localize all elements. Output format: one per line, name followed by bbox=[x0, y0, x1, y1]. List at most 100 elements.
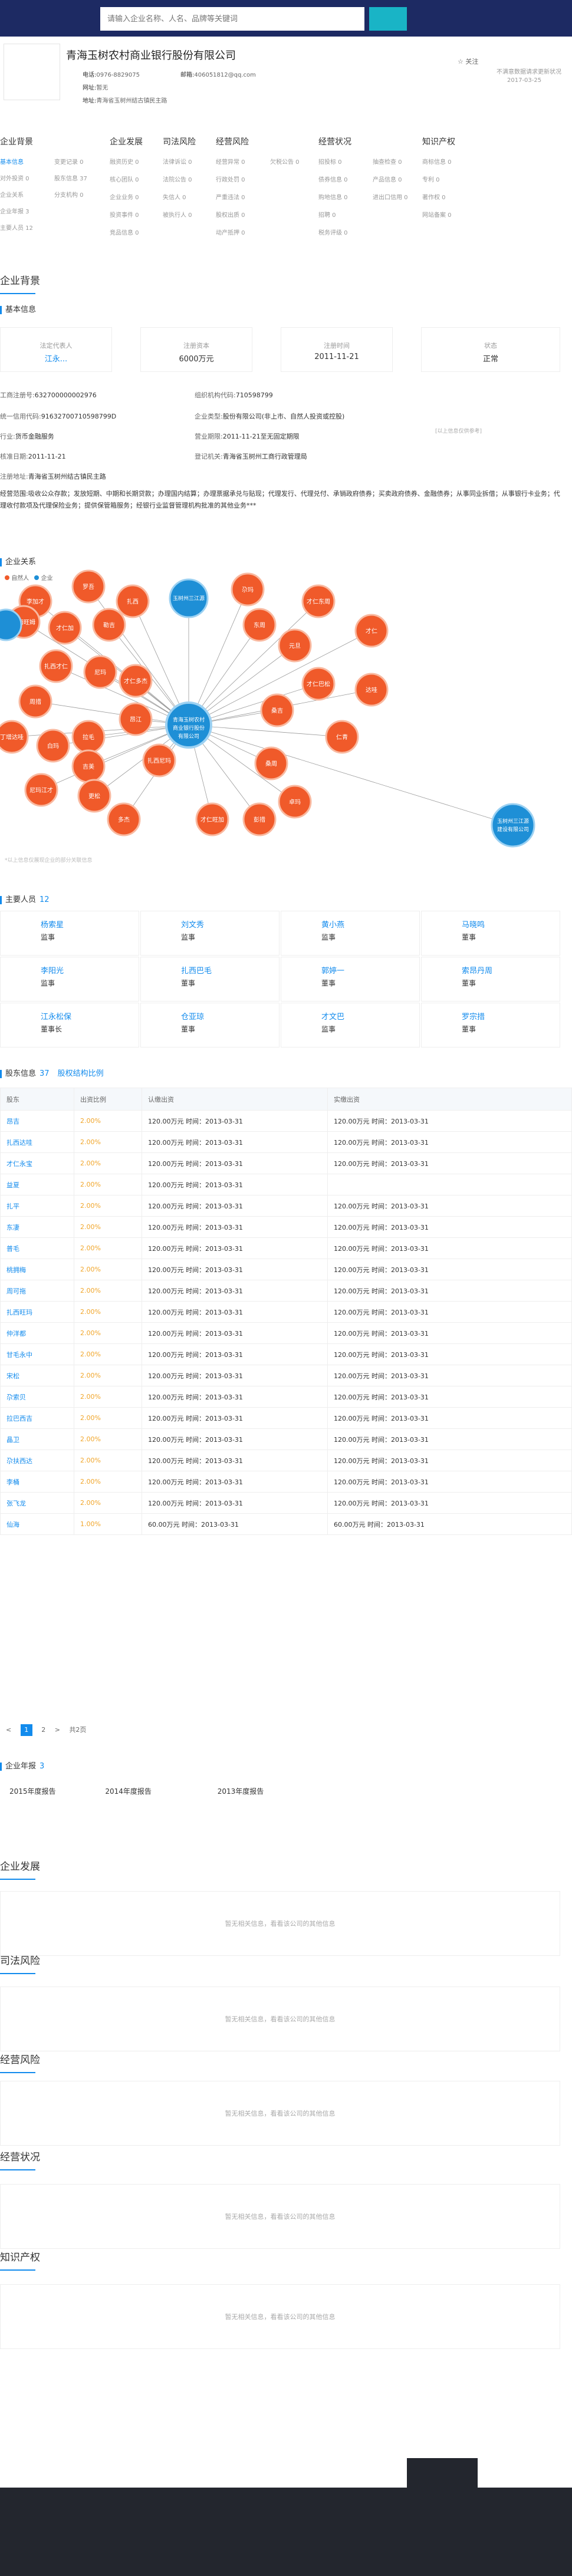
shareholder-name[interactable]: 周可拖 bbox=[0, 1280, 74, 1302]
shareholder-name[interactable]: 普毛 bbox=[0, 1237, 74, 1259]
manager-name[interactable]: 黄小燕 bbox=[321, 918, 419, 930]
nav-item[interactable]: 网站备案 0 bbox=[422, 210, 452, 219]
company-node[interactable] bbox=[0, 608, 22, 641]
shareholder-name[interactable]: 桃拥梅 bbox=[0, 1259, 74, 1280]
shareholder-name[interactable]: 李桶 bbox=[0, 1471, 74, 1493]
report-link[interactable]: 2015年度报告 bbox=[9, 1787, 56, 1796]
nav-item[interactable]: 企业关系 bbox=[0, 190, 24, 199]
pager-prev[interactable]: < bbox=[6, 1726, 11, 1734]
nav-item[interactable]: 招投标 0 bbox=[318, 157, 342, 166]
nav-item[interactable]: 税务评级 0 bbox=[318, 228, 348, 236]
paid-capital: 120.00万元 时间：2013-03-31 bbox=[327, 1365, 572, 1386]
manager-name[interactable]: 郭婷一 bbox=[321, 964, 419, 976]
manager-name[interactable]: 马晓鸣 bbox=[462, 918, 560, 930]
manager-name[interactable]: 江永松保 bbox=[41, 1010, 139, 1022]
shareholder-name[interactable]: 甘毛永中 bbox=[0, 1343, 74, 1365]
report-link[interactable]: 2013年度报告 bbox=[218, 1787, 264, 1796]
shareholder-name[interactable]: 张飞龙 bbox=[0, 1492, 74, 1514]
manager-name[interactable]: 仓亚琼 bbox=[181, 1010, 279, 1022]
top-bar bbox=[0, 0, 572, 37]
nav-item[interactable]: 股权出质 0 bbox=[216, 210, 245, 219]
share-ratio: 2.00% bbox=[74, 1131, 142, 1153]
center-company-node[interactable] bbox=[165, 701, 212, 749]
col-subscribed: 认缴出资 bbox=[142, 1088, 328, 1111]
shareholder-name[interactable]: 尕索贝 bbox=[0, 1386, 74, 1408]
shareholder-name[interactable]: 拉巴西吉 bbox=[0, 1407, 74, 1429]
paid-capital: 120.00万元 时间：2013-03-31 bbox=[327, 1216, 572, 1238]
shareholder-name[interactable]: 昂吉 bbox=[0, 1110, 74, 1132]
nav-item[interactable]: 法律诉讼 0 bbox=[163, 157, 192, 166]
nav-item[interactable]: 经营异常 0 bbox=[216, 157, 245, 166]
shareholder-name[interactable]: 晶卫 bbox=[0, 1428, 74, 1450]
update-info: 不满意数据请求更新状况 2017-03-25 bbox=[497, 68, 567, 85]
relation-graph[interactable]: 李加才罗吾扎西勒吉才仁加索南旺姆扎西才仁尼玛周措丁增达哇白玛拉毛才仁多杰昂江扎西… bbox=[0, 566, 572, 861]
table-row: 扎西达哇 2.00% 120.00万元 时间：2013-03-31 120.00万元 … bbox=[0, 1131, 572, 1153]
nav-item[interactable]: 法院公告 0 bbox=[163, 174, 192, 183]
nav-item[interactable]: 债券信息 0 bbox=[318, 174, 348, 183]
nav-item[interactable]: 行政处罚 0 bbox=[216, 174, 245, 183]
nav-item[interactable]: 核心团队 0 bbox=[110, 174, 139, 183]
share-ratio: 2.00% bbox=[74, 1407, 142, 1429]
nav-item[interactable]: 融资历史 0 bbox=[110, 157, 139, 166]
nav-item[interactable]: 对外投资 0 bbox=[0, 173, 29, 182]
shareholder-name[interactable]: 仙海 bbox=[0, 1513, 74, 1535]
shareholder-name[interactable]: 才仁永宝 bbox=[0, 1152, 74, 1174]
nav-item[interactable]: 投资事件 0 bbox=[110, 210, 139, 219]
update-request-link[interactable]: 不满意数据请求更新状况 bbox=[497, 68, 567, 77]
table-row: 李桶 2.00% 120.00万元 时间：2013-03-31 120.00万元 时间… bbox=[0, 1471, 572, 1493]
nav-item[interactable]: 招聘 0 bbox=[318, 210, 336, 219]
manager-name[interactable]: 李阳光 bbox=[41, 964, 139, 976]
shareholder-name[interactable]: 东凄 bbox=[0, 1216, 74, 1238]
manager-name[interactable]: 罗宗措 bbox=[462, 1010, 560, 1022]
nav-item[interactable]: 变更记录 0 bbox=[54, 157, 84, 166]
nav-item[interactable]: 欠税公告 0 bbox=[270, 157, 300, 166]
nav-item[interactable]: 严重违法 0 bbox=[216, 192, 245, 201]
pager-page-1[interactable]: 1 bbox=[20, 1724, 32, 1736]
paid-capital: 120.00万元 时间：2013-03-31 bbox=[327, 1110, 572, 1132]
nav-item[interactable]: 企业业务 0 bbox=[110, 192, 139, 201]
report-link[interactable]: 2014年度报告 bbox=[105, 1787, 152, 1796]
manager-name[interactable]: 刘文秀 bbox=[181, 918, 279, 930]
nav-item[interactable]: 动产抵押 0 bbox=[216, 228, 245, 236]
shareholder-name[interactable]: 尕扶西达 bbox=[0, 1450, 74, 1471]
shareholder-name[interactable]: 宋松 bbox=[0, 1365, 74, 1386]
search-button[interactable] bbox=[369, 7, 407, 31]
shareholder-name[interactable]: 益夏 bbox=[0, 1174, 74, 1195]
legal-rep-link[interactable]: 江永... bbox=[1, 353, 111, 364]
nav-item[interactable]: 失信人 0 bbox=[163, 192, 186, 201]
follow-button[interactable]: ☆ 关注 bbox=[458, 57, 478, 66]
nav-item[interactable]: 著作权 0 bbox=[422, 192, 446, 201]
follow-label: 关注 bbox=[465, 58, 479, 65]
paid-capital: 120.00万元 时间：2013-03-31 bbox=[327, 1322, 572, 1344]
nav-item[interactable]: 被执行人 0 bbox=[163, 210, 192, 219]
nav-item[interactable]: 抽查检查 0 bbox=[373, 157, 402, 166]
shareholder-name[interactable]: 扎西达哇 bbox=[0, 1131, 74, 1153]
manager-name[interactable]: 索昂丹周 bbox=[462, 964, 560, 976]
manager-name[interactable]: 扎西巴毛 bbox=[181, 964, 279, 976]
search-input[interactable] bbox=[100, 7, 364, 31]
disclaimer-note: [以上信息仅供参考] bbox=[435, 429, 482, 434]
manager-name[interactable]: 杨索星 bbox=[41, 918, 139, 930]
pager-page-2[interactable]: 2 bbox=[41, 1726, 45, 1734]
nav-item[interactable]: 基本信息 bbox=[0, 157, 24, 166]
nav-item[interactable]: 产品信息 0 bbox=[373, 174, 402, 183]
company-node[interactable] bbox=[491, 803, 535, 848]
nav-item[interactable]: 竞品信息 0 bbox=[110, 228, 139, 236]
person-node-label: 白玛 bbox=[47, 742, 59, 750]
equity-structure-link[interactable]: 股权结构比例 bbox=[58, 1069, 104, 1078]
nav-group-0: 企业背景 基本信息 对外投资 0 企业关系 企业年报 3 主要人员 12 变更记录 0 股东信… bbox=[0, 136, 94, 232]
manager-position: 董事 bbox=[462, 933, 476, 941]
manager-name[interactable]: 才文巴 bbox=[321, 1010, 419, 1022]
nav-item[interactable]: 主要人员 12 bbox=[0, 223, 33, 232]
nav-item[interactable]: 商标信息 0 bbox=[422, 157, 452, 166]
nav-item[interactable]: 专利 0 bbox=[422, 174, 440, 183]
nav-item[interactable]: 分支机构 0 bbox=[54, 190, 84, 199]
nav-item[interactable]: 购地信息 0 bbox=[318, 192, 348, 201]
nav-item[interactable]: 进出口信用 0 bbox=[373, 192, 408, 201]
shareholder-name[interactable]: 扎西旺玛 bbox=[0, 1301, 74, 1323]
nav-item[interactable]: 股东信息 37 bbox=[54, 173, 87, 182]
shareholder-name[interactable]: 扎平 bbox=[0, 1195, 74, 1217]
shareholder-name[interactable]: 仲洋都 bbox=[0, 1322, 74, 1344]
nav-item[interactable]: 企业年报 3 bbox=[0, 206, 29, 215]
pager-next[interactable]: > bbox=[55, 1726, 60, 1734]
